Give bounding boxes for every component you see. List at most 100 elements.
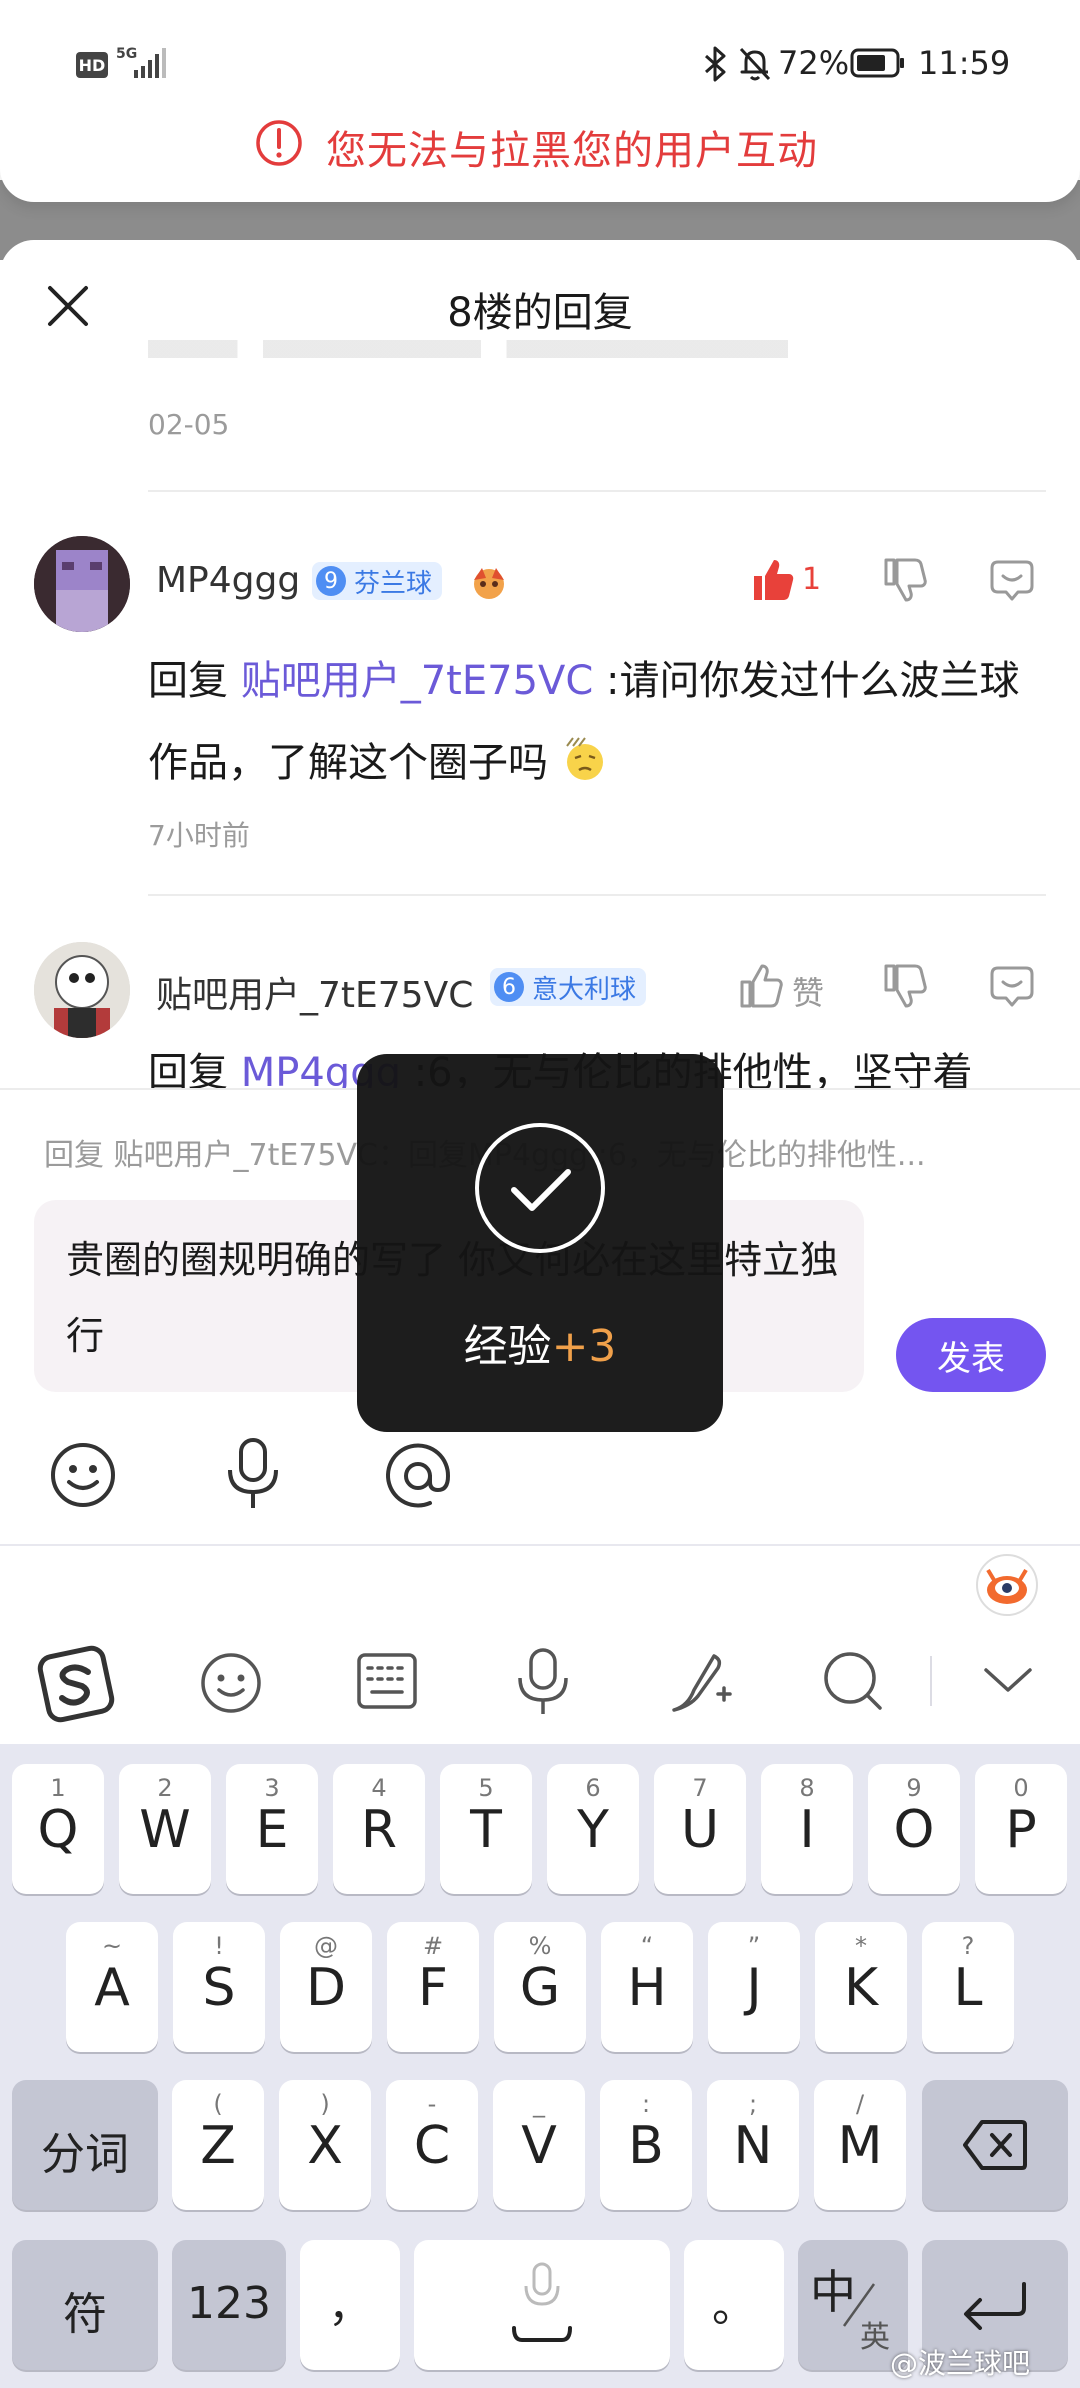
avatar[interactable] [34, 536, 130, 632]
key-y[interactable]: 6Y [547, 1764, 639, 1894]
key-d[interactable]: @ D [280, 1922, 372, 2052]
reply-prefix: 回复 [148, 658, 241, 704]
voice-input-icon[interactable] [510, 1646, 576, 1718]
like-label[interactable]: 赞 [792, 968, 824, 1014]
key-o[interactable]: 9O [868, 1764, 960, 1894]
key-label: J [746, 1958, 762, 2018]
key-secondary-label: 2 [157, 1774, 173, 1802]
key-m[interactable]: / M [814, 2080, 906, 2210]
space-mic-icon [512, 2262, 572, 2342]
key-i[interactable]: 8I [761, 1764, 853, 1894]
warning-icon [256, 120, 302, 166]
close-icon[interactable] [44, 282, 92, 330]
key-a[interactable]: ~ A [66, 1922, 158, 2052]
keyboard-icon[interactable] [356, 1652, 418, 1710]
avatar[interactable] [34, 942, 130, 1038]
battery-icon [850, 48, 904, 78]
level-badge: 9 芬兰球 [312, 562, 443, 600]
keyboard-mascot-icon[interactable] [974, 1552, 1040, 1618]
toolbar-divider [930, 1656, 932, 1706]
key-secondary-label: 1 [50, 1774, 66, 1802]
mention-link[interactable]: 贴吧用户_7tE75VC [241, 658, 594, 704]
key-secondary-label: 0 [1013, 1774, 1029, 1802]
backspace-key[interactable] [922, 2080, 1068, 2210]
key-z[interactable]: (Z [172, 2080, 264, 2210]
key-secondary-label: 9 [906, 1774, 922, 1802]
key-w[interactable]: 2W [119, 1764, 211, 1894]
key-secondary-label: ; [748, 2090, 758, 2118]
sheet-title: 8楼的回复 [447, 290, 633, 336]
key-label: E [255, 1800, 289, 1860]
key-q[interactable]: 1Q [12, 1764, 104, 1894]
battery-percent: 72% [778, 44, 850, 82]
key-secondary-label: “ [640, 1932, 654, 1960]
comment-icon[interactable] [988, 556, 1036, 604]
reply-time: 7小时前 [148, 819, 250, 852]
key-label: W [139, 1800, 191, 1860]
key-label: D [305, 1958, 347, 2018]
key-e[interactable]: 3E [226, 1764, 318, 1894]
key-secondary-label: 5 [478, 1774, 494, 1802]
hd-badge: HD [76, 52, 108, 78]
key-secondary-label: 4 [371, 1774, 387, 1802]
voice-icon[interactable] [218, 1436, 288, 1512]
key-s[interactable]: ! S [173, 1922, 265, 2052]
key-v[interactable]: _ V [493, 2080, 585, 2210]
key-g[interactable]: % G [494, 1922, 586, 2052]
key-secondary-label: ? [961, 1932, 975, 1960]
level-number: 6 [494, 972, 524, 1002]
key-p[interactable]: 0P [975, 1764, 1067, 1894]
dislike-icon[interactable] [880, 556, 928, 604]
period-key-label: 。 [712, 2281, 756, 2332]
publish-button[interactable]: 发表 [896, 1318, 1046, 1392]
search-icon[interactable] [818, 1646, 888, 1716]
level-number: 9 [316, 566, 346, 596]
key-f[interactable]: # F [387, 1922, 479, 2052]
dislike-icon[interactable] [880, 962, 928, 1010]
key-secondary-label: # [422, 1932, 444, 1960]
key-secondary-label: * [855, 1932, 867, 1960]
space-key[interactable] [414, 2240, 670, 2370]
symbol-key[interactable]: 符 [12, 2240, 158, 2370]
period-key[interactable]: 。 [684, 2240, 784, 2370]
divider [148, 490, 1046, 492]
emoji-icon[interactable] [48, 1440, 118, 1510]
fenci-key[interactable]: 分词 [12, 2080, 158, 2210]
key-label: H [627, 1958, 667, 2018]
key-t[interactable]: 5T [440, 1764, 532, 1894]
collapse-keyboard-icon[interactable] [978, 1660, 1038, 1700]
key-x[interactable]: ) X [279, 2080, 371, 2210]
key-secondary-label: _ [533, 2090, 545, 2118]
comma-key[interactable]: ， [300, 2240, 400, 2370]
emoji-icon[interactable] [198, 1650, 264, 1716]
check-circle-icon [475, 1123, 605, 1253]
key-h[interactable]: “H [601, 1922, 693, 2052]
key-r[interactable]: 4R [333, 1764, 425, 1894]
handwriting-icon[interactable] [664, 1646, 734, 1718]
mention-icon[interactable] [382, 1440, 454, 1512]
key-l[interactable]: ? L [922, 1922, 1014, 2052]
level-name: 芬兰球 [354, 568, 433, 599]
backspace-icon [963, 2120, 1027, 2170]
like-icon[interactable] [736, 962, 784, 1010]
key-j[interactable]: ” J [708, 1922, 800, 2052]
sogou-logo-icon[interactable] [36, 1644, 116, 1724]
key-c[interactable]: -C [386, 2080, 478, 2210]
key-n[interactable]: ; N [707, 2080, 799, 2210]
fenci-key-label: 分词 [41, 2129, 129, 2180]
key-secondary-label: ~ [101, 1932, 123, 1960]
key-label: O [893, 1800, 935, 1860]
like-icon[interactable] [748, 556, 796, 604]
mute-icon [739, 47, 771, 81]
key-k[interactable]: * K [815, 1922, 907, 2052]
level-badge: 6 意大利球 [490, 968, 647, 1006]
username[interactable]: MP4ggg [156, 560, 300, 601]
experience-points: +3 [551, 1321, 617, 1372]
comment-icon[interactable] [988, 962, 1036, 1010]
key-b[interactable]: :B [600, 2080, 692, 2210]
number-key[interactable]: 123 [172, 2240, 286, 2370]
key-u[interactable]: 7U [654, 1764, 746, 1894]
username[interactable]: 贴吧用户_7tE75VC [156, 966, 473, 1018]
key-secondary-label: ! [214, 1932, 224, 1960]
key-label: A [94, 1958, 130, 2018]
